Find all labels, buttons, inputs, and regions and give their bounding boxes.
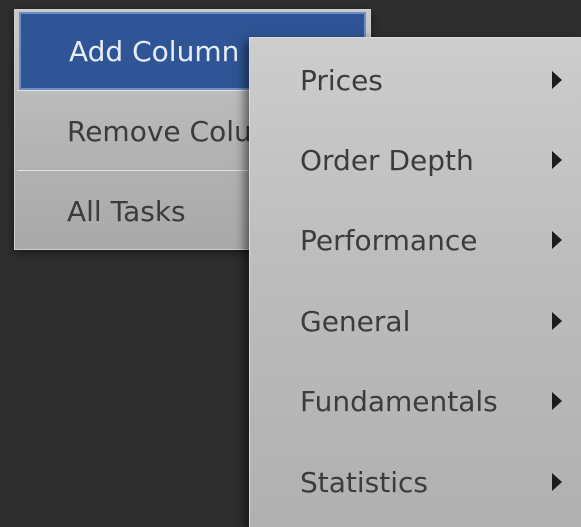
menu-item-label: All Tasks — [67, 194, 186, 228]
chevron-right-icon — [552, 473, 562, 491]
chevron-right-icon — [552, 392, 562, 410]
submenu-item-general[interactable]: General — [250, 281, 581, 361]
submenu-item-label: Fundamentals — [300, 384, 498, 418]
submenu-item-performance[interactable]: Performance — [250, 200, 581, 280]
chevron-right-icon — [552, 151, 562, 169]
submenu-item-label: Prices — [300, 63, 383, 97]
menu-item-label: Remove Colu — [67, 114, 252, 148]
submenu-item-statistics[interactable]: Statistics — [250, 442, 581, 522]
submenu-item-label: General — [300, 304, 411, 338]
submenu-item-label: Statistics — [300, 465, 428, 499]
chevron-right-icon — [552, 71, 562, 89]
add-column-submenu: Prices Order Depth Performance General F… — [249, 37, 581, 527]
submenu-item-order-depth[interactable]: Order Depth — [250, 120, 581, 200]
submenu-item-fundamentals[interactable]: Fundamentals — [250, 361, 581, 441]
chevron-right-icon — [552, 231, 562, 249]
submenu-item-label: Performance — [300, 223, 478, 257]
menu-item-label: Add Column — [69, 34, 240, 68]
submenu-item-prices[interactable]: Prices — [250, 40, 581, 120]
submenu-item-label: Order Depth — [300, 143, 474, 177]
chevron-right-icon — [552, 312, 562, 330]
